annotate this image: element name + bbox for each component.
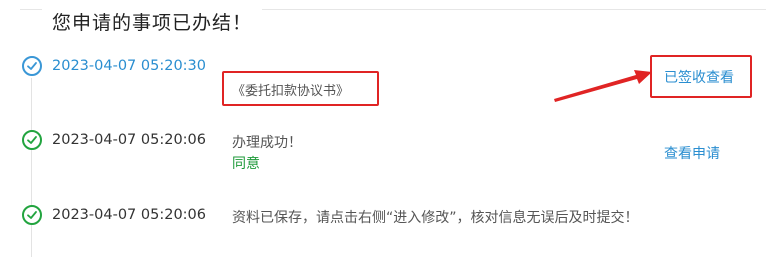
check-circle-icon	[22, 205, 42, 225]
timeline-line	[31, 78, 32, 257]
view-application-link[interactable]: 查看申请	[664, 143, 720, 163]
entry-time: 2023-04-07 05:20:06	[52, 207, 206, 223]
arrow-annotation-icon	[554, 70, 652, 102]
document-name: 《委托扣款协议书》	[232, 84, 350, 99]
clock-check-icon	[22, 56, 42, 76]
signed-view-link[interactable]: 已签收查看	[664, 67, 734, 87]
result-status: 同意	[232, 156, 260, 172]
check-circle-icon	[22, 130, 42, 150]
entry-time: 2023-04-07 05:20:06	[52, 132, 206, 148]
entry-message: 资料已保存，请点击右侧“进入修改”，核对信息无误后及时提交！	[232, 210, 639, 226]
entry-message: 办理成功！	[232, 135, 302, 151]
page-title: 您申请的事项已办结！	[42, 8, 263, 35]
entry-time: 2023-04-07 05:20:30	[52, 58, 206, 74]
